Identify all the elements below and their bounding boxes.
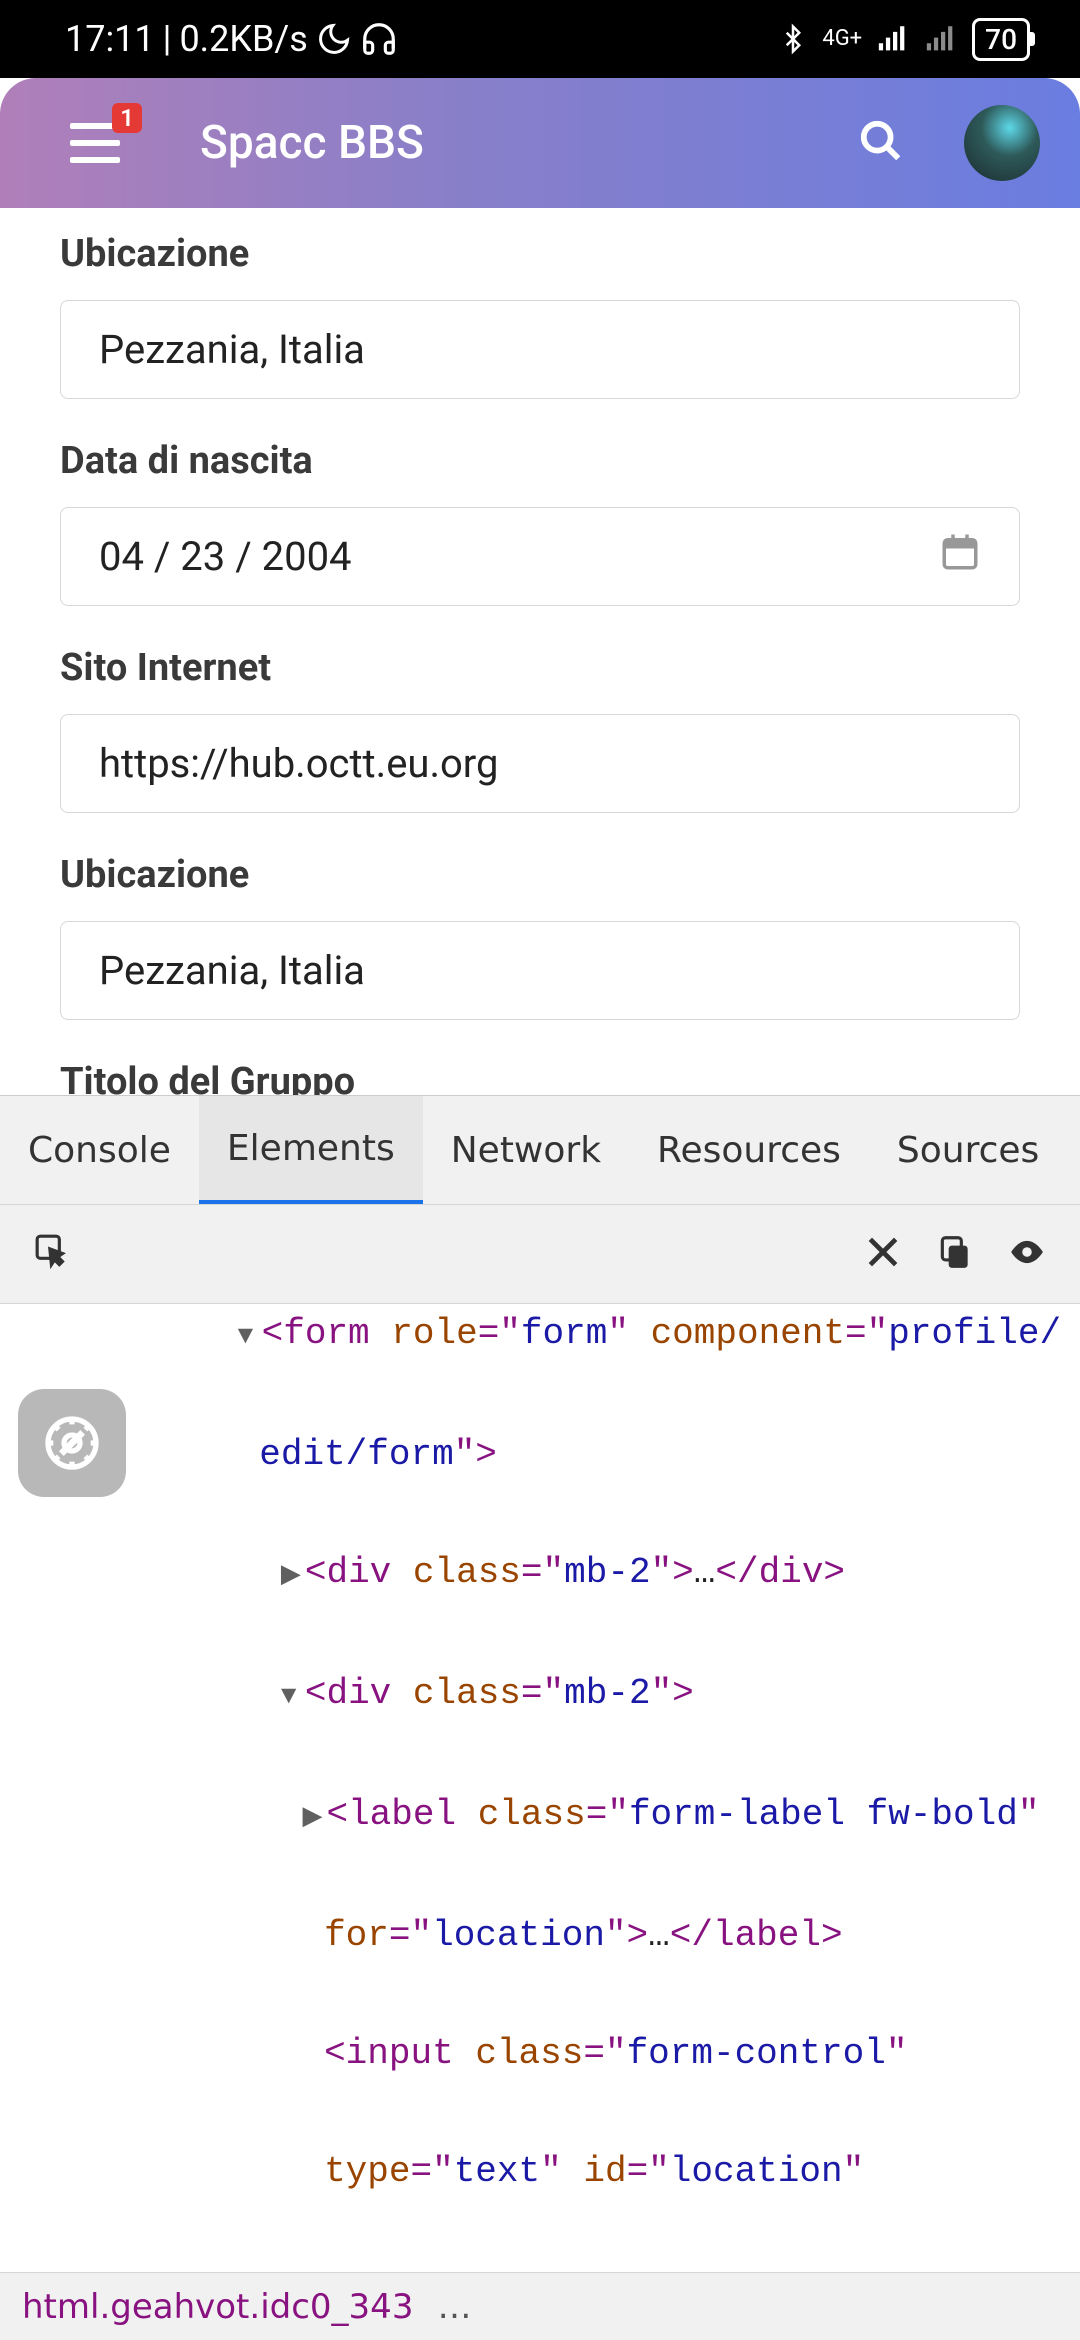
status-speed: 0.2KB/s — [179, 18, 307, 60]
calendar-icon[interactable] — [939, 531, 981, 583]
battery-indicator: 70 — [972, 18, 1030, 61]
tab-network[interactable]: Network — [423, 1096, 629, 1204]
dob-label: Data di nascita — [60, 439, 1020, 483]
status-time: 17:11 — [65, 18, 155, 60]
eye-icon[interactable] — [1008, 1233, 1046, 1275]
close-icon[interactable] — [864, 1233, 902, 1275]
tab-sources[interactable]: Sources — [869, 1096, 1067, 1204]
tab-resources[interactable]: Resources — [629, 1096, 869, 1204]
signal-2-icon — [924, 24, 958, 54]
app-header: 1 Spacc BBS — [0, 78, 1080, 208]
profile-form: Ubicazione Pezzania, Italia Data di nasc… — [0, 208, 1080, 1104]
dob-input[interactable]: 04 / 23 / 2004 — [60, 507, 1020, 606]
location-input[interactable]: Pezzania, Italia — [60, 300, 1020, 399]
search-icon[interactable] — [858, 118, 964, 168]
location2-input[interactable]: Pezzania, Italia — [60, 921, 1020, 1020]
devtools-breadcrumb[interactable]: html.geahvot.idc0_343 … — [0, 2272, 1080, 2340]
network-type: 4G+ — [822, 28, 862, 50]
signal-icon — [876, 24, 910, 54]
menu-button[interactable]: 1 — [70, 123, 120, 163]
bluetooth-icon — [778, 22, 808, 56]
avatar[interactable] — [964, 105, 1040, 181]
app-title: Spacc BBS — [200, 116, 858, 170]
settings-overlay-button[interactable] — [18, 1389, 126, 1497]
elements-tree[interactable]: ▼<form role="form" component="profile/ e… — [0, 1304, 1080, 2272]
website-label: Sito Internet — [60, 646, 1020, 690]
moon-icon — [316, 21, 352, 57]
status-bar: 17:11 | 0.2KB/s 4G+ 70 — [0, 0, 1080, 78]
copy-icon[interactable] — [936, 1233, 974, 1275]
tab-elements[interactable]: Elements — [199, 1096, 423, 1204]
location-label: Ubicazione — [60, 232, 1020, 276]
devtools-toolbar — [0, 1204, 1080, 1304]
tab-console[interactable]: Console — [0, 1096, 199, 1204]
location2-label: Ubicazione — [60, 853, 1020, 897]
tab-info[interactable]: Info — [1067, 1096, 1080, 1204]
inspect-icon[interactable] — [34, 1233, 72, 1275]
headphones-icon — [360, 20, 398, 58]
devtools-tabs: Console Elements Network Resources Sourc… — [0, 1096, 1080, 1204]
notification-badge: 1 — [112, 103, 142, 133]
devtools-panel: Console Elements Network Resources Sourc… — [0, 1095, 1080, 2340]
website-input[interactable]: https://hub.octt.eu.org — [60, 714, 1020, 813]
